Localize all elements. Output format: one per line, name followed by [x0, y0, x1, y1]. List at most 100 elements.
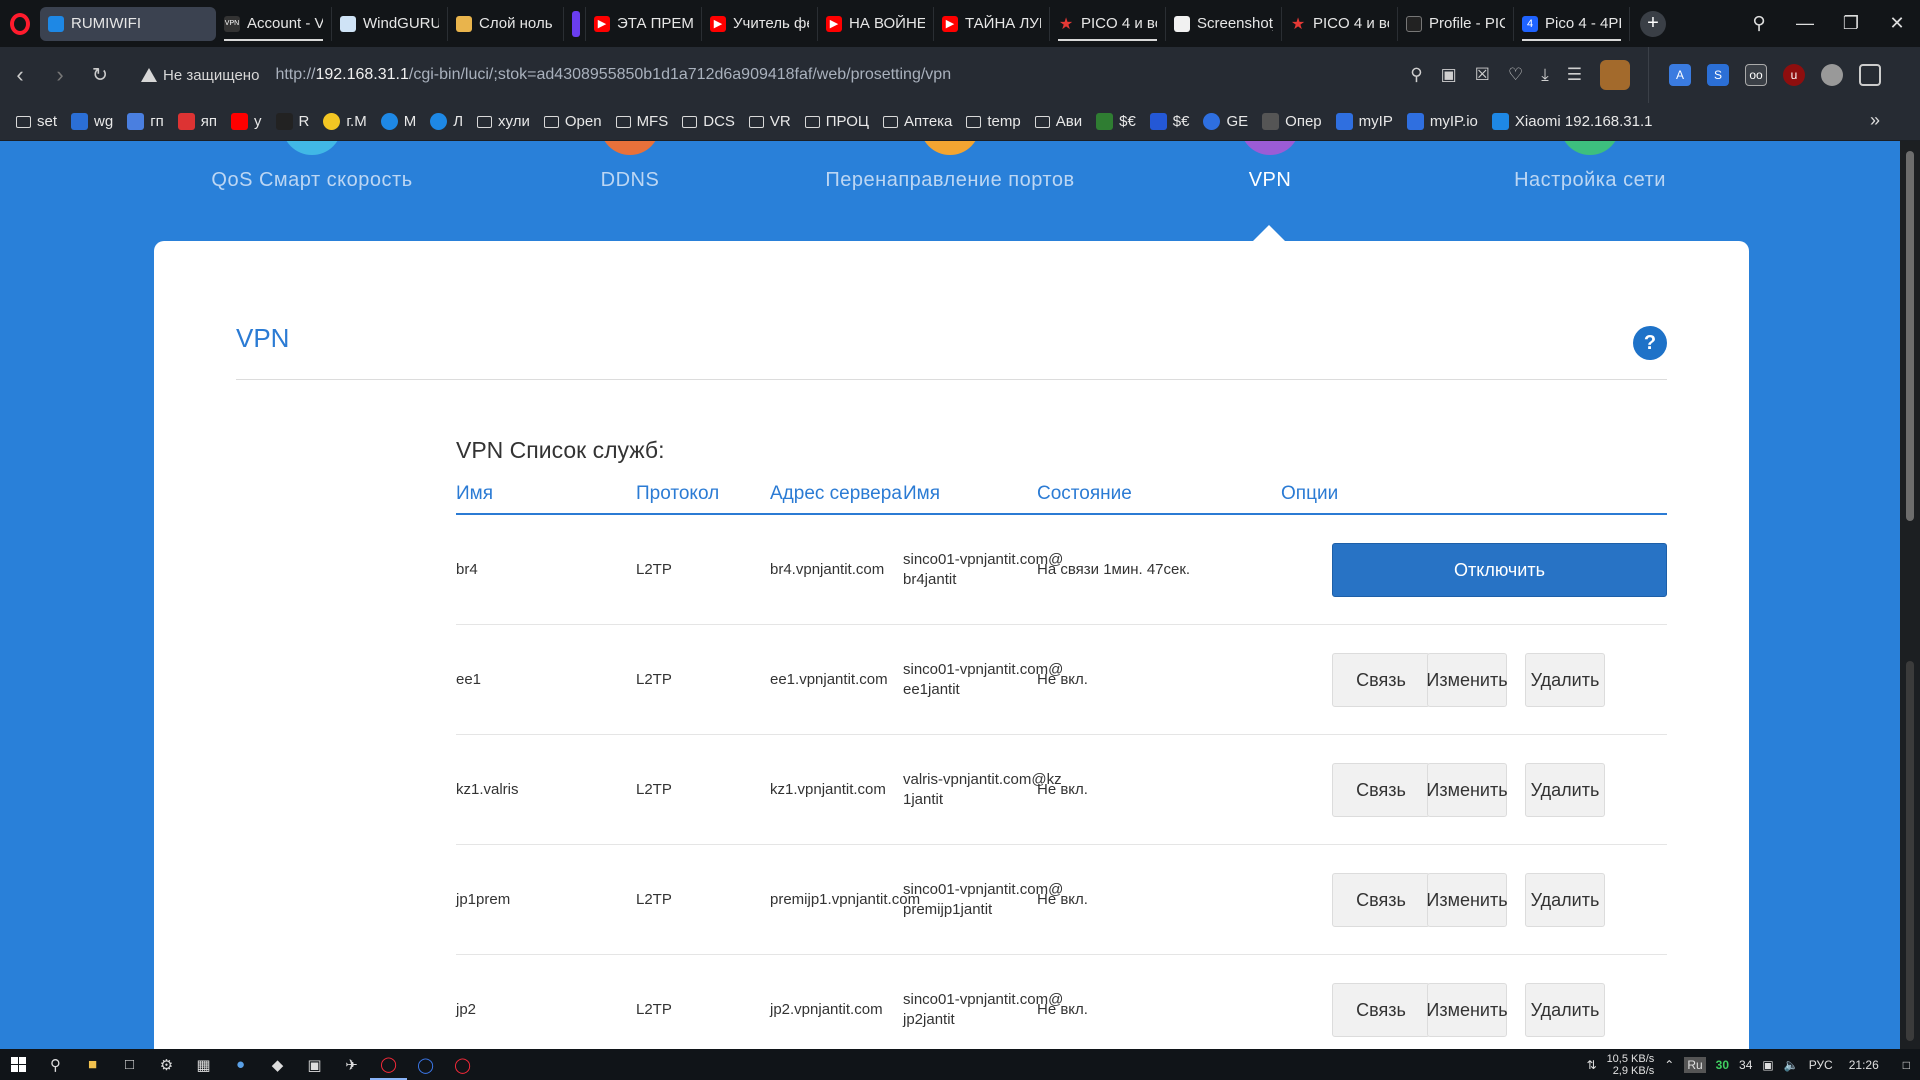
browser-tab[interactable]: WindGURU: [332, 6, 448, 41]
tray-expand-icon[interactable]: ⌃: [1664, 1058, 1674, 1072]
browser-tab[interactable]: RUMIWIFI: [40, 6, 216, 41]
browser-tab[interactable]: VPN Account - VP: [216, 6, 332, 41]
bookmark-item[interactable]: myIP: [1335, 113, 1393, 130]
bookmark-item[interactable]: set: [16, 113, 57, 130]
bookmark-item[interactable]: хули: [477, 113, 530, 130]
browser-tab[interactable]: Слой ноль (: [448, 6, 564, 41]
help-button[interactable]: ?: [1633, 326, 1667, 360]
browser-tab[interactable]: Profile - PIC: [1398, 6, 1514, 41]
bookmark-item[interactable]: DCS: [682, 113, 735, 130]
browser-tab[interactable]: ★ PICO 4 и во: [1282, 6, 1398, 41]
bookmark-item[interactable]: R: [275, 113, 309, 130]
browser-tab[interactable]: ▶ НА ВОЙНЕ,: [818, 6, 934, 41]
edit-button[interactable]: Изменить: [1426, 873, 1508, 927]
heart-icon[interactable]: ♡: [1508, 65, 1523, 85]
bookmark-item[interactable]: MFS: [615, 113, 668, 130]
bookmark-item[interactable]: Опер: [1262, 113, 1322, 130]
network-icon[interactable]: ▣: [1762, 1058, 1773, 1072]
bookmark-item[interactable]: $€: [1149, 113, 1189, 130]
bookmark-item[interactable]: Л: [430, 113, 463, 130]
reload-button[interactable]: ↻: [80, 47, 120, 103]
bookmark-item[interactable]: myIP.io: [1406, 113, 1478, 130]
language-indicator[interactable]: РУС: [1809, 1058, 1833, 1072]
opera-gx-taskbar-icon[interactable]: ◯: [444, 1049, 481, 1080]
browser-tab[interactable]: ▶ Учитель фе: [702, 6, 818, 41]
opera-taskbar-icon[interactable]: ◯: [370, 1049, 407, 1080]
page-scrollbar[interactable]: [1900, 141, 1920, 1049]
browser-tab[interactable]: ▶ ТАЙНА ЛУН: [934, 6, 1050, 41]
opera-menu-button[interactable]: [0, 0, 40, 47]
connect-button[interactable]: Связь: [1332, 763, 1430, 817]
bookmark-item[interactable]: Open: [543, 113, 602, 130]
file-explorer-icon[interactable]: ■: [74, 1049, 111, 1080]
connect-button[interactable]: Связь: [1332, 873, 1430, 927]
s-extension-icon[interactable]: S: [1707, 64, 1729, 86]
delete-button[interactable]: Удалить: [1525, 873, 1605, 927]
search-icon[interactable]: ⚲: [37, 1049, 74, 1080]
subnav-tab[interactable]: QoS Смарт скорость: [162, 141, 462, 241]
new-tab-button[interactable]: +: [1640, 10, 1666, 37]
back-button[interactable]: ‹: [0, 47, 40, 103]
browser-tab[interactable]: [564, 6, 586, 41]
bookmark-item[interactable]: GE: [1203, 113, 1248, 130]
edit-button[interactable]: Изменить: [1426, 983, 1508, 1037]
translate-extension-icon[interactable]: A: [1669, 64, 1691, 86]
disconnect-button[interactable]: Отключить: [1332, 543, 1667, 597]
zoom-search-icon[interactable]: ⚲: [1410, 65, 1422, 85]
browser-tab[interactable]: Screenshot_: [1166, 6, 1282, 41]
bookmark-item[interactable]: яп: [177, 113, 217, 130]
bookmarks-overflow-icon[interactable]: »: [1870, 110, 1890, 131]
ru-keyboard-icon[interactable]: Ru: [1684, 1056, 1706, 1073]
easy-setup-icon[interactable]: ☰: [1567, 65, 1582, 85]
subnav-tab[interactable]: DDNS: [480, 141, 780, 241]
delete-button[interactable]: Удалить: [1525, 983, 1605, 1037]
bookmark-item[interactable]: y: [231, 113, 262, 130]
bookmark-item[interactable]: Аптека: [882, 113, 952, 130]
bookmark-item[interactable]: Ави: [1034, 113, 1082, 130]
delete-button[interactable]: Удалить: [1525, 653, 1605, 707]
tag-icon[interactable]: ◆: [259, 1049, 296, 1080]
connect-button[interactable]: Связь: [1332, 653, 1430, 707]
airplane-icon[interactable]: ✈: [333, 1049, 370, 1080]
bookmark-item[interactable]: г.М: [323, 113, 367, 130]
notifications-icon[interactable]: □: [1903, 1058, 1910, 1072]
extensions-cube-icon[interactable]: [1859, 64, 1881, 86]
browser-tab[interactable]: ★ PICO 4 и во: [1050, 6, 1166, 41]
subnav-tab[interactable]: Перенаправление портов: [800, 141, 1100, 241]
edit-button[interactable]: Изменить: [1426, 653, 1508, 707]
delete-button[interactable]: Удалить: [1525, 763, 1605, 817]
download-icon[interactable]: ⤓: [1541, 65, 1549, 85]
bookmark-item[interactable]: Xiaomi 192.168.31.1: [1491, 113, 1653, 130]
bookmark-item[interactable]: temp: [966, 113, 1021, 130]
security-indicator[interactable]: Не защищено: [141, 67, 259, 84]
notepad-icon[interactable]: □: [111, 1049, 148, 1080]
forward-button[interactable]: ›: [40, 47, 80, 103]
close-button[interactable]: ✕: [1874, 0, 1920, 47]
volume-icon[interactable]: 🔈: [1784, 1058, 1799, 1072]
clock[interactable]: 21:26: [1849, 1058, 1879, 1072]
adblock-icon[interactable]: ☒: [1475, 65, 1490, 85]
ublock-icon[interactable]: u: [1783, 64, 1805, 86]
url-text[interactable]: http://192.168.31.1/cgi-bin/luci/;stok=a…: [275, 66, 951, 84]
minimize-button[interactable]: —: [1782, 0, 1828, 47]
edit-button[interactable]: Изменить: [1426, 763, 1508, 817]
bookmark-item[interactable]: ПРОЦ: [804, 113, 869, 130]
glasses-extension-icon[interactable]: oo: [1745, 64, 1767, 86]
bookmark-item[interactable]: VR: [748, 113, 791, 130]
browser-tab[interactable]: 4 Pico 4 - 4PD: [1514, 6, 1630, 41]
settings-gear-icon[interactable]: ⚙: [148, 1049, 185, 1080]
bookmark-item[interactable]: М: [380, 113, 416, 130]
search-tabs-icon[interactable]: ⚲: [1736, 0, 1782, 47]
start-button[interactable]: [0, 1049, 37, 1080]
browser-tab[interactable]: ▶ ЭТА ПРЕМЬ: [586, 6, 702, 41]
connect-button[interactable]: Связь: [1332, 983, 1430, 1037]
globe-extension-icon[interactable]: [1821, 64, 1843, 86]
calculator-icon[interactable]: ▦: [185, 1049, 222, 1080]
app-blue-icon[interactable]: ◯: [407, 1049, 444, 1080]
scrollbar-thumb[interactable]: [1906, 151, 1914, 521]
gamepad-icon[interactable]: ▣: [296, 1049, 333, 1080]
steam-icon[interactable]: ●: [222, 1049, 259, 1080]
bookmark-item[interactable]: wg: [71, 113, 113, 130]
restore-button[interactable]: ❐: [1828, 0, 1874, 47]
bookmark-item[interactable]: гп: [127, 113, 164, 130]
